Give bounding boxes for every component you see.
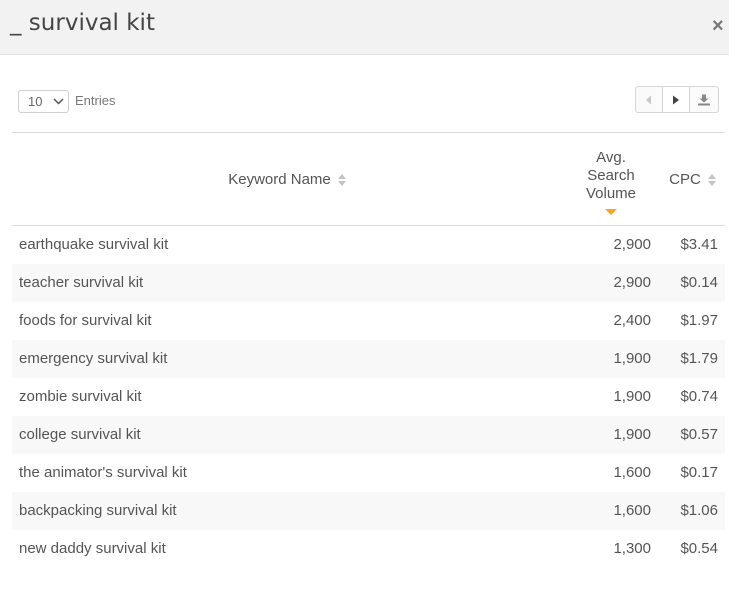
table-row: new daddy survival kit 1,300 $0.54 [12, 530, 725, 568]
download-icon [698, 94, 710, 105]
cpc-cell: $0.57 [680, 426, 718, 443]
table-row: college survival kit 1,900 $0.57 [12, 415, 725, 454]
previous-page-button[interactable] [635, 86, 663, 113]
cpc-cell: $0.74 [680, 388, 718, 405]
volume-cell: 1,600 [613, 464, 651, 481]
column-header-cpc-label: CPC [669, 170, 701, 188]
column-header-volume-line3: Volume [585, 184, 637, 202]
volume-cell: 1,600 [613, 502, 651, 519]
caret-left-icon [646, 95, 651, 104]
column-header-volume-line2: Search [587, 166, 635, 184]
keyword-cell[interactable]: emergency survival kit [12, 340, 562, 378]
caret-right-icon [673, 95, 679, 104]
sort-desc-icon [605, 208, 617, 215]
sort-icon [337, 173, 346, 186]
cpc-cell: $3.41 [680, 236, 718, 254]
sort-icon [707, 173, 716, 186]
dialog-header: _ survival kit × [0, 0, 729, 55]
column-header-volume-line1: Avg. [596, 148, 626, 166]
keyword-cell[interactable]: new daddy survival kit [12, 530, 562, 568]
table-row: foods for survival kit 2,400 $1.97 [12, 302, 725, 340]
volume-cell: 2,400 [613, 312, 651, 329]
page-size-value: 10 [28, 94, 43, 109]
column-header-cpc[interactable]: CPC [660, 133, 725, 226]
volume-cell: 1,900 [613, 426, 651, 443]
table-row: earthquake survival kit 2,900 $3.41 [12, 226, 725, 264]
keyword-cell[interactable]: backpacking survival kit [12, 492, 562, 530]
cpc-cell: $0.54 [680, 540, 718, 557]
volume-cell: 2,900 [613, 236, 651, 254]
keyword-cell[interactable]: teacher survival kit [12, 264, 562, 302]
keyword-cell[interactable]: earthquake survival kit [12, 226, 562, 264]
table-row: teacher survival kit 2,900 $0.14 [12, 263, 725, 302]
page-size-select[interactable]: 10 [18, 90, 69, 113]
table-row: zombie survival kit 1,900 $0.74 [12, 378, 725, 416]
dialog-title: _ survival kit [10, 10, 155, 36]
cpc-cell: $0.14 [680, 274, 718, 291]
table-row: the animator's survival kit 1,600 $0.17 [12, 454, 725, 492]
cpc-cell: $1.97 [680, 312, 718, 329]
next-page-button[interactable] [662, 86, 690, 113]
table-row: backpacking survival kit 1,600 $1.06 [12, 491, 725, 530]
cpc-cell: $1.79 [680, 350, 718, 367]
volume-cell: 1,300 [613, 540, 651, 557]
chevron-down-icon [53, 98, 64, 105]
keywords-table: Keyword Name Avg. Search Volume CPC eart… [12, 132, 725, 568]
volume-cell: 1,900 [613, 388, 651, 405]
column-header-volume[interactable]: Avg. Search Volume [562, 133, 660, 226]
volume-cell: 1,900 [613, 350, 651, 367]
keyword-cell[interactable]: the animator's survival kit [12, 454, 562, 492]
table-row: emergency survival kit 1,900 $1.79 [12, 339, 725, 378]
table-header-row: Keyword Name Avg. Search Volume CPC [12, 132, 725, 226]
download-button[interactable] [689, 86, 719, 113]
keyword-cell[interactable]: college survival kit [12, 416, 562, 454]
cpc-cell: $0.17 [680, 464, 718, 481]
column-header-keyword-label: Keyword Name [228, 170, 331, 188]
entries-label: Entries [75, 93, 116, 108]
cpc-cell: $1.06 [680, 502, 718, 519]
column-header-keyword[interactable]: Keyword Name [12, 133, 562, 226]
close-icon[interactable]: × [712, 14, 724, 38]
keyword-cell[interactable]: foods for survival kit [12, 302, 562, 340]
keyword-cell[interactable]: zombie survival kit [12, 378, 562, 416]
volume-cell: 2,900 [613, 274, 651, 291]
